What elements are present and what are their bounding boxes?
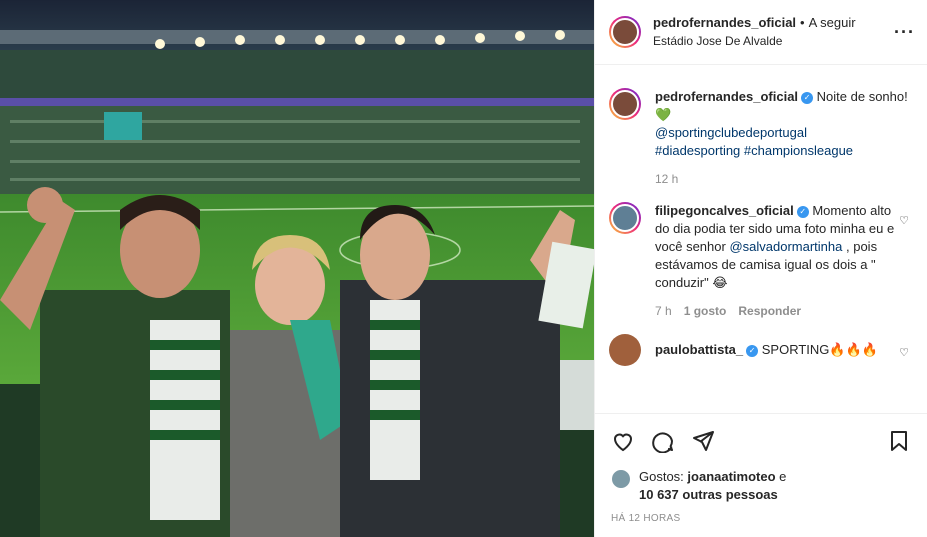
- author-meta: pedrofernandes_oficial • A seguir Estádio …: [653, 14, 894, 50]
- comment-icon: [652, 431, 673, 453]
- follow-button[interactable]: A seguir: [809, 15, 856, 30]
- comment-username[interactable]: paulobattista_: [655, 342, 743, 357]
- heart-icon: [613, 433, 633, 451]
- caption-avatar[interactable]: [609, 88, 641, 120]
- likes-user[interactable]: joanaatimoteo: [687, 469, 775, 484]
- comment: paulobattista_ ✓ SPORTING🔥🔥🔥 ♡: [609, 334, 913, 366]
- caption-mention[interactable]: @sportingclubedeportugal: [655, 125, 807, 140]
- likes-summary: Gostos: joanaatimoteo e 10 637 outras pe…: [611, 468, 911, 504]
- comment-body: filipegoncalves_oficial ✓ Momento alto do…: [655, 202, 895, 320]
- stadium-photo: [0, 0, 594, 537]
- author-avatar[interactable]: [609, 16, 641, 48]
- comment-button[interactable]: [643, 421, 683, 461]
- likes-others[interactable]: 10 637 outras pessoas: [639, 487, 778, 502]
- comment-avatar[interactable]: [609, 202, 641, 234]
- comment-like-icon[interactable]: ♡: [895, 334, 913, 366]
- comment-text: SPORTING🔥🔥🔥: [761, 342, 878, 357]
- author-username[interactable]: pedrofernandes_oficial: [653, 15, 796, 30]
- caption-hashtags[interactable]: #diadesporting #championsleague: [655, 143, 853, 158]
- comment-meta: 7 h 1 gosto Responder: [655, 302, 895, 320]
- likes-text: Gostos: joanaatimoteo e 10 637 outras pe…: [639, 468, 786, 504]
- comment-body: paulobattista_ ✓ SPORTING🔥🔥🔥: [655, 334, 895, 366]
- post-header: pedrofernandes_oficial • A seguir Estádio …: [595, 0, 927, 65]
- laugh-emoji: 😂: [712, 275, 728, 290]
- separator-dot: •: [800, 15, 805, 30]
- post-timestamp[interactable]: HÁ 12 HORAS: [611, 513, 680, 524]
- post-location[interactable]: Estádio Jose De Alvalde: [653, 32, 894, 50]
- green-heart-emoji: 💚: [655, 107, 672, 122]
- post-actions: [595, 413, 927, 467]
- post-photo[interactable]: [0, 0, 594, 537]
- caption-time[interactable]: 12 h: [655, 170, 678, 188]
- comment: filipegoncalves_oficial ✓ Momento alto do…: [609, 202, 913, 320]
- likes-prefix: Gostos:: [639, 469, 684, 484]
- caption-text: Noite de sonho!: [816, 89, 908, 104]
- bookmark-icon: [891, 430, 907, 451]
- verified-icon: ✓: [796, 205, 809, 218]
- like-button[interactable]: [603, 421, 643, 461]
- caption-username[interactable]: pedrofernandes_oficial: [655, 89, 798, 104]
- share-button[interactable]: [683, 421, 723, 461]
- comment-like-icon[interactable]: ♡: [895, 202, 913, 320]
- verified-icon: ✓: [801, 91, 814, 104]
- caption: pedrofernandes_oficial ✓ Noite de sonho! …: [609, 78, 913, 188]
- instagram-post: pedrofernandes_oficial • A seguir Estádio …: [0, 0, 927, 537]
- comments-list: pedrofernandes_oficial ✓ Noite de sonho! …: [595, 78, 927, 412]
- caption-body: pedrofernandes_oficial ✓ Noite de sonho! …: [655, 88, 913, 188]
- reply-button[interactable]: Responder: [738, 302, 801, 320]
- likes-conj: e: [779, 469, 787, 484]
- verified-icon: ✓: [746, 344, 759, 357]
- comment-likes[interactable]: 1 gosto: [684, 302, 727, 320]
- post-sidebar: pedrofernandes_oficial • A seguir Estádio …: [594, 0, 927, 537]
- comment-time[interactable]: 7 h: [655, 302, 672, 320]
- save-button[interactable]: [879, 421, 919, 461]
- comment-username[interactable]: filipegoncalves_oficial: [655, 203, 794, 218]
- caption-meta: 12 h: [655, 170, 913, 188]
- send-icon: [693, 430, 714, 451]
- comment-avatar[interactable]: [609, 334, 641, 366]
- liker-avatar[interactable]: [611, 469, 631, 489]
- more-icon[interactable]: ···: [894, 22, 915, 43]
- comment-mention[interactable]: @salvadormartinha: [729, 239, 842, 254]
